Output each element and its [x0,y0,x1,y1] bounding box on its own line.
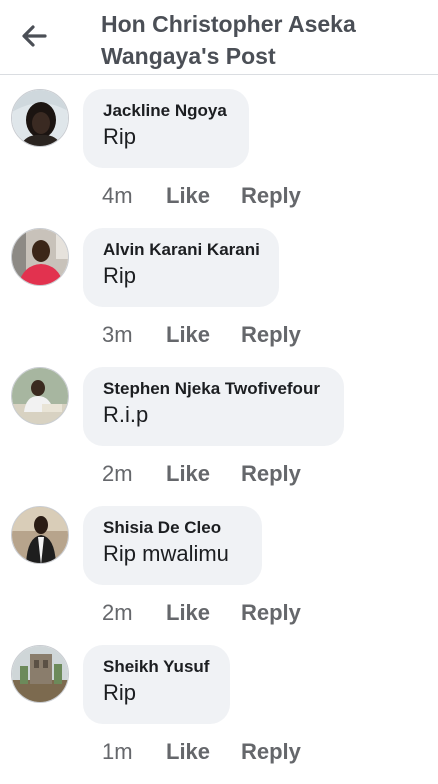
avatar[interactable] [11,228,69,286]
commenter-name[interactable]: Stephen Njeka Twofivefour [103,378,324,400]
comment-item: Sheikh Yusuf Rip 1m Like Reply [0,645,438,784]
comment-bubble: Jackline Ngoya Rip [83,89,249,168]
arrow-left-icon [22,25,47,47]
comment-time: 4m [102,183,133,208]
back-button[interactable] [20,22,48,50]
comment-time: 2m [102,600,133,625]
comment-text: R.i.p [103,402,149,427]
comment-time: 3m [102,322,133,347]
comment-text: Rip [103,263,137,288]
comment-bubble: Stephen Njeka Twofivefour R.i.p [83,367,344,446]
reply-button[interactable]: Reply [241,598,301,628]
avatar[interactable] [11,506,69,564]
comment-bubble: Alvin Karani Karani Rip [83,228,279,307]
comment-time: 2m [102,461,133,486]
comment-item: Stephen Njeka Twofivefour R.i.p 2m Like Re… [0,367,438,506]
comment-actions: 2m Like Reply [102,598,301,628]
comment-bubble: Sheikh Yusuf Rip [83,645,230,724]
like-button[interactable]: Like [166,737,241,767]
reply-button[interactable]: Reply [241,737,301,767]
avatar[interactable] [11,645,69,703]
page-title-line-1: Hon Christopher Aseka [101,11,356,37]
comment-text: Rip [103,680,137,705]
avatar[interactable] [11,89,69,147]
comment-item: Jackline Ngoya Rip 4m Like Reply [0,89,438,228]
comment-item: Alvin Karani Karani Rip 3m Like Reply [0,228,438,367]
comment-text: Rip mwalimu [103,541,229,566]
comment-actions: 4m Like Reply [102,181,301,211]
reply-button[interactable]: Reply [241,320,301,350]
commenter-name[interactable]: Alvin Karani Karani [103,239,260,261]
comment-bubble: Shisia De Cleo Rip mwalimu [83,506,262,585]
reply-button[interactable]: Reply [241,459,301,489]
comment-actions: 2m Like Reply [102,459,301,489]
page-title-line-2: Wangaya's Post [101,43,276,69]
commenter-name[interactable]: Shisia De Cleo [103,517,242,539]
like-button[interactable]: Like [166,459,241,489]
comment-actions: 3m Like Reply [102,320,301,350]
reply-button[interactable]: Reply [241,181,301,211]
comment-item: Shisia De Cleo Rip mwalimu 2m Like Reply [0,506,438,645]
avatar[interactable] [11,367,69,425]
top-bar: Hon Christopher Aseka Wangaya's Post [0,0,438,75]
comment-actions: 1m Like Reply [102,737,301,767]
like-button[interactable]: Like [166,320,241,350]
commenter-name[interactable]: Jackline Ngoya [103,100,229,122]
comment-time: 1m [102,739,133,764]
like-button[interactable]: Like [166,598,241,628]
like-button[interactable]: Like [166,181,241,211]
page-title: Hon Christopher Aseka Wangaya's Post [101,8,421,72]
comment-text: Rip [103,124,137,149]
commenter-name[interactable]: Sheikh Yusuf [103,656,210,678]
